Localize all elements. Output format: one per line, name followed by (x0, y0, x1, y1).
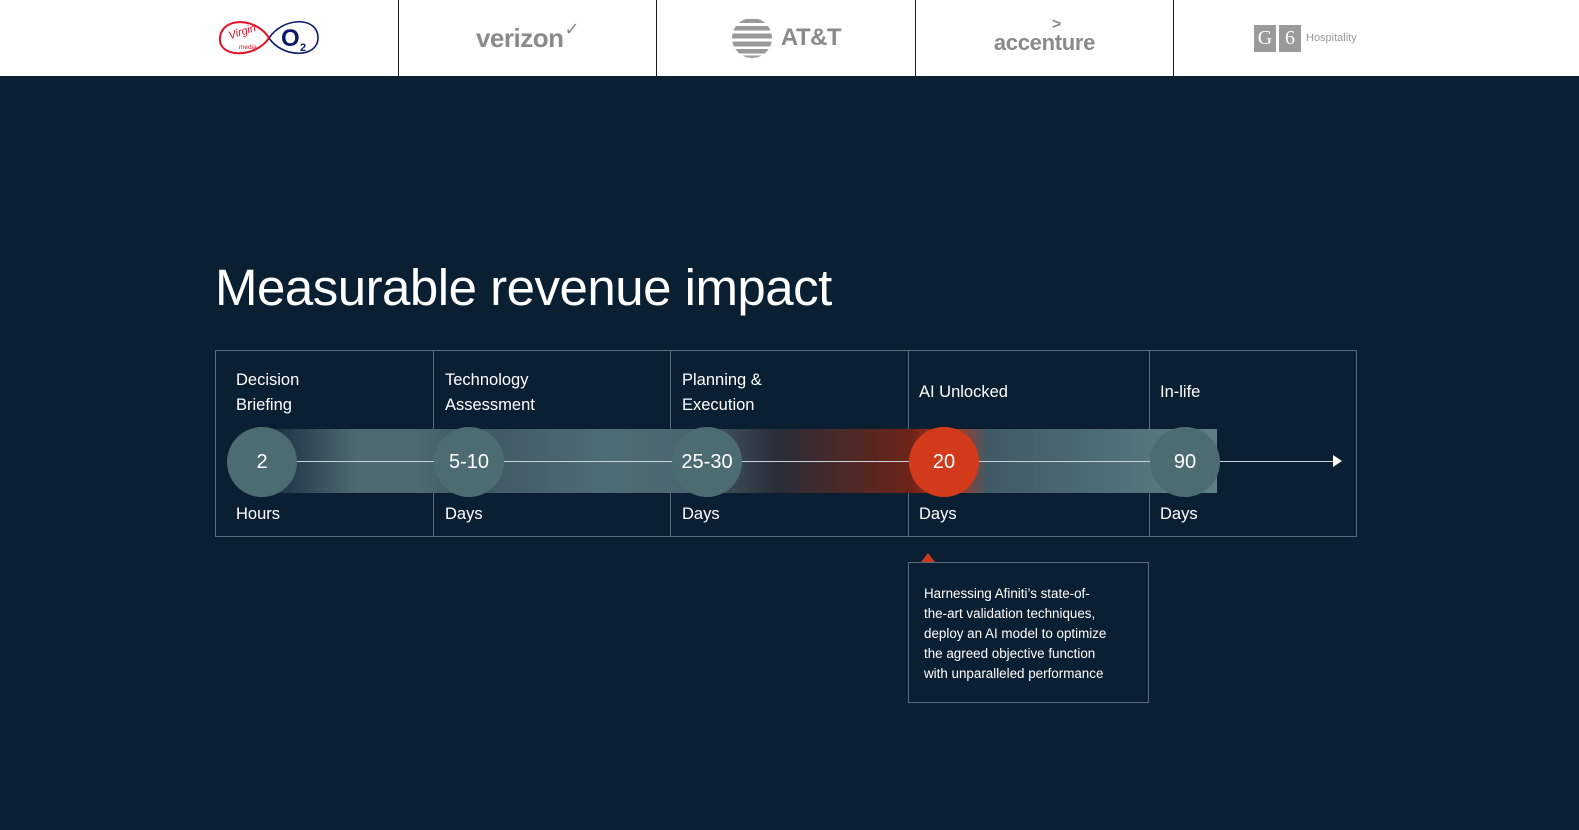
o2-logo-subscript: 2 (300, 42, 306, 54)
stage-value-circle: 2 (227, 427, 297, 497)
section-title: Measurable revenue impact (215, 259, 832, 316)
stage-unit: Days (682, 505, 720, 523)
stage-label-line: Planning & (682, 371, 762, 389)
stage-label-technology-assessment: Technology Assessment (445, 368, 535, 418)
stage-label-line: In-life (1160, 383, 1201, 401)
g6-box-6: 6 (1279, 24, 1301, 52)
stage-label-decision-briefing: Decision Briefing (236, 368, 299, 418)
stage-label-line: Briefing (236, 396, 292, 414)
tooltip-line: the agreed objective function (924, 646, 1096, 661)
accenture-logo: > accenture (993, 16, 1096, 56)
g6-hospitality-text: Hospitality (1306, 32, 1357, 44)
stage-label-line: Technology (445, 371, 529, 389)
stage-unit: Days (1160, 505, 1198, 523)
tooltip-line: Harnessing Afiniti’s state-of- (924, 586, 1090, 601)
logo-cell-g6-hospitality: G 6 Hospitality (1174, 0, 1579, 76)
arrow-right-icon (1333, 455, 1342, 467)
stage-label-line: Assessment (445, 396, 535, 414)
stage-label-line: AI Unlocked (919, 383, 1008, 401)
stage-label-line: Execution (682, 396, 755, 414)
client-logo-bar: Virgin media O 2 verizon ✓ AT&T > accent… (0, 0, 1579, 76)
logo-cell-virgin-media-o2: Virgin media O 2 (0, 0, 399, 76)
tooltip-pointer (921, 553, 935, 562)
timeline-panel: Decision Briefing 2 Hours Technology Ass… (215, 350, 1357, 537)
ai-unlocked-tooltip: Harnessing Afiniti’s state-of- the-art v… (908, 562, 1149, 703)
stage-label-line: Decision (236, 371, 300, 389)
checkmark-icon: ✓ (564, 18, 580, 39)
g6-hospitality-logo: G 6 Hospitality (1254, 24, 1357, 52)
logo-cell-accenture: > accenture (916, 0, 1174, 76)
stage-unit: Days (445, 505, 483, 523)
verizon-logo-text: verizon (475, 22, 564, 53)
media-logo-text: media (239, 44, 257, 51)
stage-value-circle: 25-30 (672, 427, 742, 497)
stage-value-circle: 5-10 (434, 427, 504, 497)
verizon-logo: verizon ✓ (475, 19, 580, 54)
virgin-media-o2-logo: Virgin media O 2 (218, 21, 319, 55)
stage-unit: Days (919, 505, 957, 523)
att-logo-text: AT&T (780, 24, 842, 51)
tooltip-line: with unparalleled performance (924, 666, 1104, 681)
tooltip-line: deploy an AI model to optimize (924, 626, 1107, 641)
stage-label-ai-unlocked: AI Unlocked (919, 380, 1008, 405)
tooltip-line: the-art validation techniques, (924, 606, 1096, 621)
g6-box-g: G (1254, 24, 1276, 52)
stage-value-circle: 90 (1150, 427, 1220, 497)
greater-than-icon: > (1051, 16, 1061, 33)
stage-value-circle-highlighted: 20 (909, 427, 979, 497)
stage-label-in-life: In-life (1160, 380, 1200, 405)
logo-cell-att: AT&T (657, 0, 916, 76)
stage-label-planning-execution: Planning & Execution (682, 368, 762, 418)
stage-unit: Hours (236, 505, 281, 523)
accenture-logo-text: accenture (993, 30, 1096, 55)
globe-icon (731, 18, 772, 58)
logo-cell-verizon: verizon ✓ (399, 0, 657, 76)
virgin-logo-text: Virgin (227, 22, 257, 42)
att-logo: AT&T (731, 17, 842, 59)
o2-logo-text: O (281, 25, 300, 52)
